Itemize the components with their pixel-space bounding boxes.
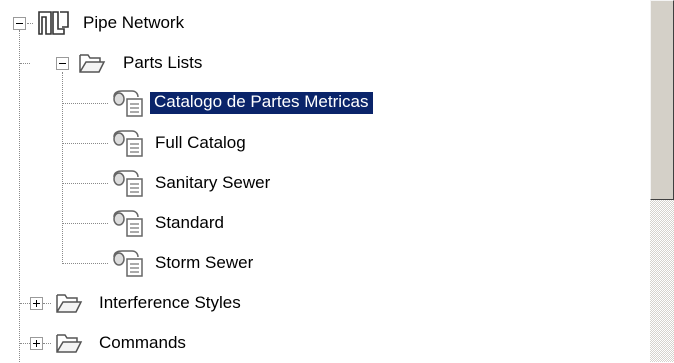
collapse-toggle[interactable] [56, 57, 69, 70]
expand-toggle[interactable] [30, 337, 43, 350]
tree-node-label: Storm Sewer [155, 253, 254, 272]
tree-node-label: Interference Styles [99, 293, 241, 312]
tree-node-commands[interactable]: Commands [0, 323, 650, 363]
pipe-network-icon [38, 11, 69, 35]
folder-icon [56, 334, 83, 353]
tree-view[interactable]: Pipe Network Parts Lists Catalogo de Par… [0, 0, 650, 362]
parts-list-icon [113, 210, 143, 237]
tree-node-pipe-network[interactable]: Pipe Network [0, 3, 650, 43]
parts-list-icon [113, 90, 143, 117]
tree-node-parts-list-item[interactable]: Storm Sewer [0, 243, 650, 283]
expand-toggle[interactable] [30, 297, 43, 310]
tree-connector [43, 343, 51, 344]
collapse-toggle[interactable] [13, 17, 26, 30]
tree-node-parts-list-item[interactable]: Catalogo de Partes Metricas [0, 83, 650, 123]
parts-list-icon [113, 170, 143, 197]
tree-node-label: Sanitary Sewer [155, 173, 271, 192]
tree-node-parts-list-item[interactable]: Full Catalog [0, 123, 650, 163]
tree-node-label: Pipe Network [83, 13, 185, 32]
tree-node-label: Standard [155, 213, 224, 232]
scrollbar-thumb[interactable] [650, 0, 674, 200]
parts-list-icon [113, 250, 143, 277]
tree-node-label: Commands [99, 333, 186, 352]
tree-node-label: Catalogo de Partes Metricas [150, 92, 373, 114]
tree-node-parts-list-item[interactable]: Standard [0, 203, 650, 243]
tree-node-interference-styles[interactable]: Interference Styles [0, 283, 650, 323]
tree-node-parts-list-item[interactable]: Sanitary Sewer [0, 163, 650, 203]
tree-node-label: Parts Lists [123, 53, 203, 72]
parts-list-icon [113, 130, 143, 157]
folder-open-icon [79, 54, 106, 73]
folder-icon [56, 294, 83, 313]
vertical-scrollbar[interactable] [650, 0, 674, 362]
tree-node-parts-lists[interactable]: Parts Lists [0, 43, 650, 83]
tree-connector [27, 23, 33, 24]
tree-node-label: Full Catalog [155, 133, 246, 152]
tree-connector [43, 303, 51, 304]
